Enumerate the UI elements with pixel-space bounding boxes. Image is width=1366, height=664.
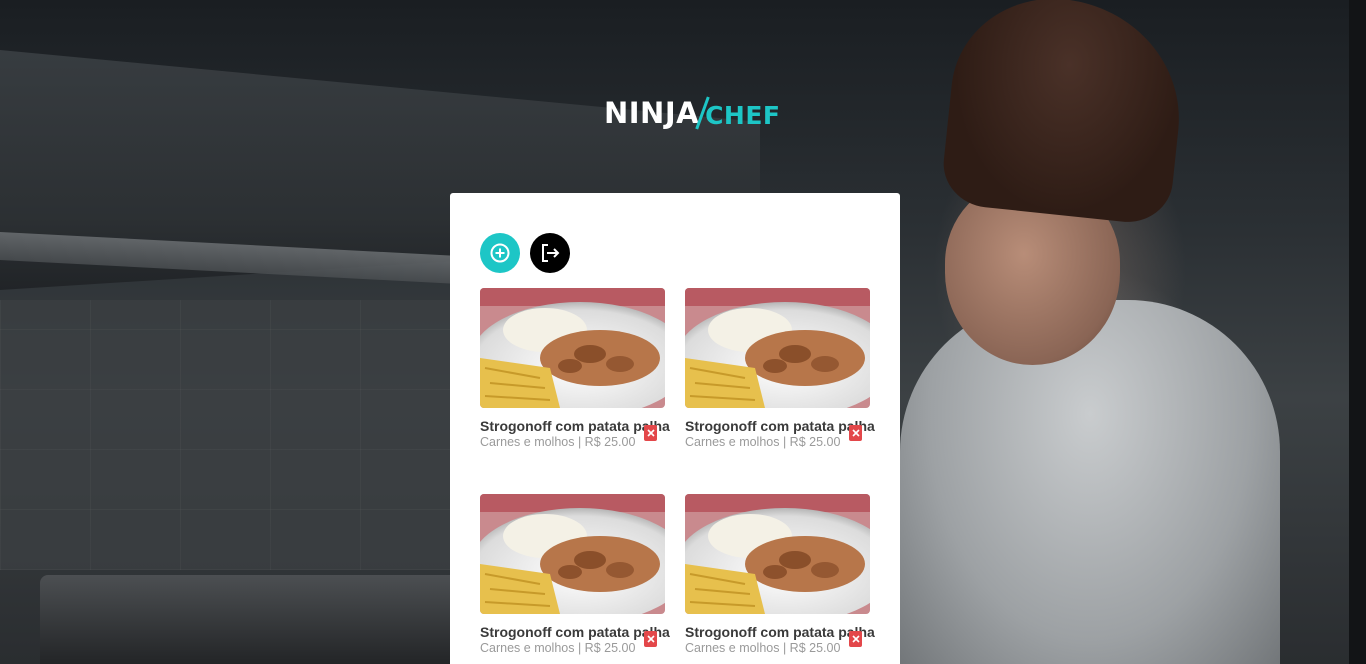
close-icon xyxy=(646,429,655,437)
menu-item[interactable]: Strogonoff com patata palha Carnes e mol… xyxy=(480,494,670,655)
logout-icon xyxy=(542,244,560,262)
strogonoff-dish-image xyxy=(480,494,665,614)
menu-item[interactable]: Strogonoff com patata palha Carnes e mol… xyxy=(685,494,875,655)
menu-item[interactable]: Strogonoff com patata palha Carnes e mol… xyxy=(480,288,670,449)
item-meta: Carnes e molhos | R$ 25.00 xyxy=(480,435,636,449)
close-icon xyxy=(646,635,655,643)
page-edge xyxy=(1349,0,1366,664)
item-meta: Carnes e molhos | R$ 25.00 xyxy=(685,435,841,449)
strogonoff-dish-image xyxy=(685,494,870,614)
delete-item-button[interactable] xyxy=(644,631,657,647)
item-title: Strogonoff com patata palha xyxy=(480,624,670,640)
close-icon xyxy=(851,429,860,437)
dish-photo xyxy=(480,494,665,614)
plus-circle-icon xyxy=(490,243,510,263)
chef-hat xyxy=(939,0,1191,227)
item-meta: Carnes e molhos | R$ 25.00 xyxy=(480,641,636,655)
item-meta: Carnes e molhos | R$ 25.00 xyxy=(685,641,841,655)
kitchen-stove xyxy=(40,575,500,664)
add-item-button[interactable] xyxy=(480,233,520,273)
dish-photo xyxy=(480,288,665,408)
close-icon xyxy=(851,635,860,643)
delete-item-button[interactable] xyxy=(644,425,657,441)
logout-button[interactable] xyxy=(530,233,570,273)
strogonoff-dish-image xyxy=(480,288,665,408)
strogonoff-dish-image xyxy=(685,288,870,408)
chef-body xyxy=(900,300,1280,664)
logo-text-chef: CHEF xyxy=(705,101,781,130)
logo-text-ninja: NINJA xyxy=(604,96,700,130)
dish-photo xyxy=(685,494,870,614)
dish-photo xyxy=(685,288,870,408)
delete-item-button[interactable] xyxy=(849,425,862,441)
delete-item-button[interactable] xyxy=(849,631,862,647)
ninjachef-logo: NINJA CHEF xyxy=(604,90,781,130)
item-title: Strogonoff com patata palha xyxy=(685,624,875,640)
menu-card: Strogonoff com patata palha Carnes e mol… xyxy=(450,193,900,664)
menu-item[interactable]: Strogonoff com patata palha Carnes e mol… xyxy=(685,288,875,449)
item-title: Strogonoff com patata palha xyxy=(685,418,875,434)
item-title: Strogonoff com patata palha xyxy=(480,418,670,434)
